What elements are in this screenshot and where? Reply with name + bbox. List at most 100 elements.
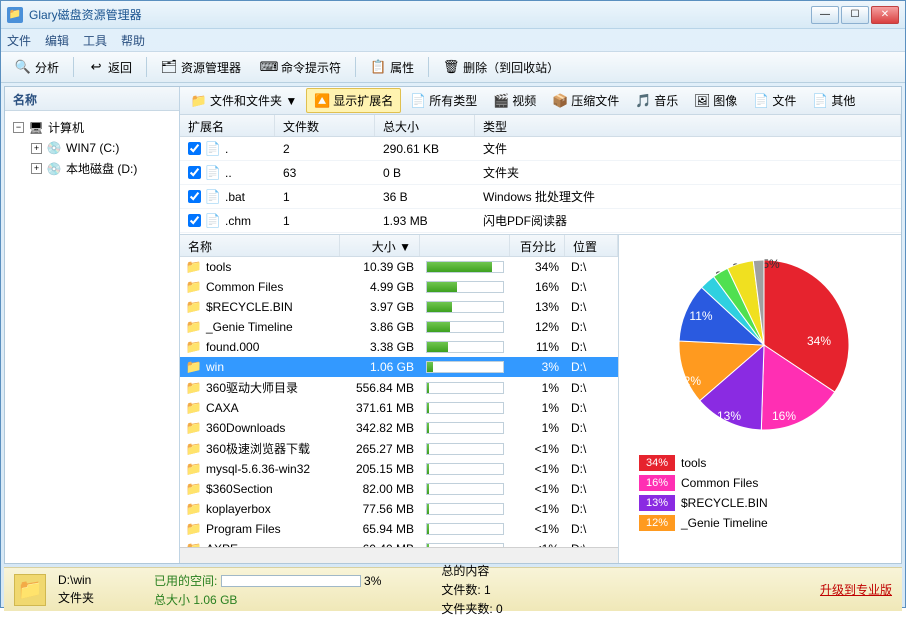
status-size-value: 1.06 GB <box>193 593 237 607</box>
file-row[interactable]: win1.06 GB3%D:\ <box>180 357 618 377</box>
file-row[interactable]: $RECYCLE.BIN3.97 GB13%D:\ <box>180 297 618 317</box>
properties-button[interactable]: 📋属性 <box>362 56 422 79</box>
chart-panel: 34%16%13%12%11%3%3%·5% 34%tools16%Common… <box>619 235 901 563</box>
file-row[interactable]: _Genie Timeline3.86 GB12%D:\ <box>180 317 618 337</box>
archive-icon: 📦 <box>552 93 568 109</box>
file-row[interactable]: $360Section82.00 MB<1%D:\ <box>180 479 618 499</box>
lower-panel: 名称 大小 ▼ 百分比 位置 tools10.39 GB34%D:\Common… <box>180 235 901 563</box>
separator <box>73 57 74 77</box>
file-col-loc[interactable]: 位置 <box>565 235 618 256</box>
status-used-bar <box>221 575 361 587</box>
status-folder-count: 文件夹数: 0 <box>441 600 502 617</box>
file-col-pct[interactable]: 百分比 <box>510 235 565 256</box>
file-row[interactable]: found.0003.38 GB11%D:\ <box>180 337 618 357</box>
ext-checkbox[interactable] <box>188 166 201 179</box>
ext-checkbox[interactable] <box>188 214 201 227</box>
tree-drive-item[interactable]: +本地磁盘 (D:) <box>9 158 175 179</box>
expand-icon[interactable]: + <box>31 163 42 174</box>
upgrade-link[interactable]: 升级到专业版 <box>820 581 892 598</box>
chart-legend: 34%tools16%Common Files13%$RECYCLE.BIN12… <box>629 453 891 533</box>
size-bar <box>426 402 504 414</box>
file-row[interactable]: tools10.39 GB34%D:\ <box>180 257 618 277</box>
trash-icon: 🗑 <box>443 59 459 75</box>
legend-item[interactable]: 34%tools <box>629 453 891 473</box>
horizontal-scrollbar[interactable] <box>180 547 618 563</box>
ext-checkbox[interactable] <box>188 190 201 203</box>
filter-all-types[interactable]: 所有类型 <box>403 89 484 112</box>
titlebar[interactable]: Glary磁盘资源管理器 — ☐ ✕ <box>1 1 905 29</box>
close-button[interactable]: ✕ <box>871 6 899 24</box>
filter-archive[interactable]: 📦压缩文件 <box>545 89 626 112</box>
sidebar-header[interactable]: 名称 <box>5 87 179 111</box>
ext-col-type[interactable]: 类型 <box>475 115 901 136</box>
legend-item[interactable]: 16%Common Files <box>629 473 891 493</box>
ext-header: 扩展名 文件数 总大小 类型 <box>180 115 901 137</box>
sidebar: 名称 − 计算机 +WIN7 (C:)+本地磁盘 (D:) <box>5 87 180 563</box>
separator <box>428 57 429 77</box>
video-icon: 🎬 <box>493 93 509 109</box>
cmd-icon: ⌨ <box>261 59 277 75</box>
filter-docs[interactable]: 文件 <box>746 89 803 112</box>
ext-col-ext[interactable]: 扩展名 <box>180 115 275 136</box>
filter-music[interactable]: 🎵音乐 <box>628 89 685 112</box>
file-row[interactable]: Program Files65.94 MB<1%D:\ <box>180 519 618 539</box>
filter-video[interactable]: 🎬视频 <box>486 89 543 112</box>
file-row[interactable]: 360Downloads342.82 MB1%D:\ <box>180 418 618 438</box>
ext-row[interactable]: .2290.61 KB文件 <box>180 137 901 161</box>
folder-icon <box>186 259 202 275</box>
filter-other[interactable]: 其他 <box>805 89 862 112</box>
file-row[interactable]: AXPE60.40 MB<1%D:\ <box>180 539 618 547</box>
legend-item[interactable]: 13%$RECYCLE.BIN <box>629 493 891 513</box>
legend-swatch: 34% <box>639 455 675 471</box>
legend-swatch: 13% <box>639 495 675 511</box>
tree-drive-item[interactable]: +WIN7 (C:) <box>9 138 175 158</box>
collapse-icon[interactable]: − <box>13 122 24 133</box>
maximize-button[interactable]: ☐ <box>841 6 869 24</box>
ext-row[interactable]: .chm11.93 MB闪电PDF阅读器 <box>180 209 901 233</box>
ext-col-count[interactable]: 文件数 <box>275 115 375 136</box>
back-button[interactable]: ↩返回 <box>80 56 140 79</box>
ext-row[interactable]: .bat136 BWindows 批处理文件 <box>180 185 901 209</box>
drive-icon <box>46 161 62 177</box>
ext-row[interactable]: ..630 B文件夹 <box>180 161 901 185</box>
filter-files-folders[interactable]: 文件和文件夹 ▼ <box>184 89 304 112</box>
explorer-button[interactable]: 🗂资源管理器 <box>153 56 249 79</box>
status-folder-icon: 📁 <box>14 574 46 606</box>
ext-col-size[interactable]: 总大小 <box>375 115 475 136</box>
pie-label: 16% <box>772 409 796 423</box>
file-row[interactable]: CAXA371.61 MB1%D:\ <box>180 398 618 418</box>
file-col-size[interactable]: 大小 ▼ <box>340 235 420 256</box>
file-col-name[interactable]: 名称 <box>180 235 340 256</box>
drive-tree: − 计算机 +WIN7 (C:)+本地磁盘 (D:) <box>5 111 179 185</box>
menu-file[interactable]: 文件 <box>7 32 31 49</box>
file-col-bar[interactable] <box>420 235 510 256</box>
size-bar <box>426 341 504 353</box>
minimize-button[interactable]: — <box>811 6 839 24</box>
delete-button[interactable]: 🗑删除（到回收站） <box>435 56 567 79</box>
legend-item[interactable]: 12%_Genie Timeline <box>629 513 891 533</box>
filter-show-extensions[interactable]: 🔼显示扩展名 <box>306 88 401 113</box>
expand-icon[interactable]: + <box>31 143 42 154</box>
status-total-label: 总的内容 <box>441 562 502 579</box>
file-row[interactable]: koplayerbox77.56 MB<1%D:\ <box>180 499 618 519</box>
analyze-button[interactable]: 🔍分析 <box>7 56 67 79</box>
file-row[interactable]: Common Files4.99 GB16%D:\ <box>180 277 618 297</box>
menu-tools[interactable]: 工具 <box>83 32 107 49</box>
app-window: Glary磁盘资源管理器 — ☐ ✕ 文件 编辑 工具 帮助 🔍分析 ↩返回 🗂… <box>0 0 906 608</box>
file-rows[interactable]: tools10.39 GB34%D:\Common Files4.99 GB16… <box>180 257 618 547</box>
size-bar <box>426 463 504 475</box>
tree-root-computer[interactable]: − 计算机 <box>9 117 175 138</box>
file-row[interactable]: 360极速浏览器下载265.27 MB<1%D:\ <box>180 438 618 459</box>
file-row[interactable]: 360驱动大师目录556.84 MB1%D:\ <box>180 377 618 398</box>
menu-help[interactable]: 帮助 <box>121 32 145 49</box>
folder-icon <box>186 299 202 315</box>
image-icon: 🖼 <box>694 93 710 109</box>
cmd-button[interactable]: ⌨命令提示符 <box>253 56 349 79</box>
main-panel: 文件和文件夹 ▼ 🔼显示扩展名 所有类型 🎬视频 📦压缩文件 🎵音乐 🖼图像 文… <box>180 87 901 563</box>
ext-checkbox[interactable] <box>188 142 201 155</box>
filter-image[interactable]: 🖼图像 <box>687 89 744 112</box>
menu-edit[interactable]: 编辑 <box>45 32 69 49</box>
file-icon <box>410 93 426 109</box>
extensions-panel: 扩展名 文件数 总大小 类型 .2290.61 KB文件..630 B文件夹.b… <box>180 115 901 235</box>
file-row[interactable]: mysql-5.6.36-win32205.15 MB<1%D:\ <box>180 459 618 479</box>
